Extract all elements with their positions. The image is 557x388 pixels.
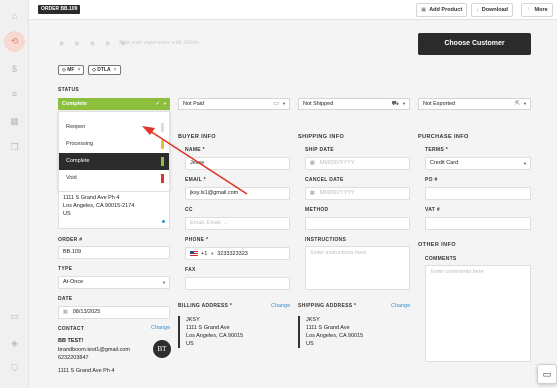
annotation-arrow [142,126,248,195]
annotation-arrow-line [149,130,248,195]
chat-widget-button[interactable]: ▭ [537,364,557,384]
chat-icon: ▭ [542,369,552,379]
